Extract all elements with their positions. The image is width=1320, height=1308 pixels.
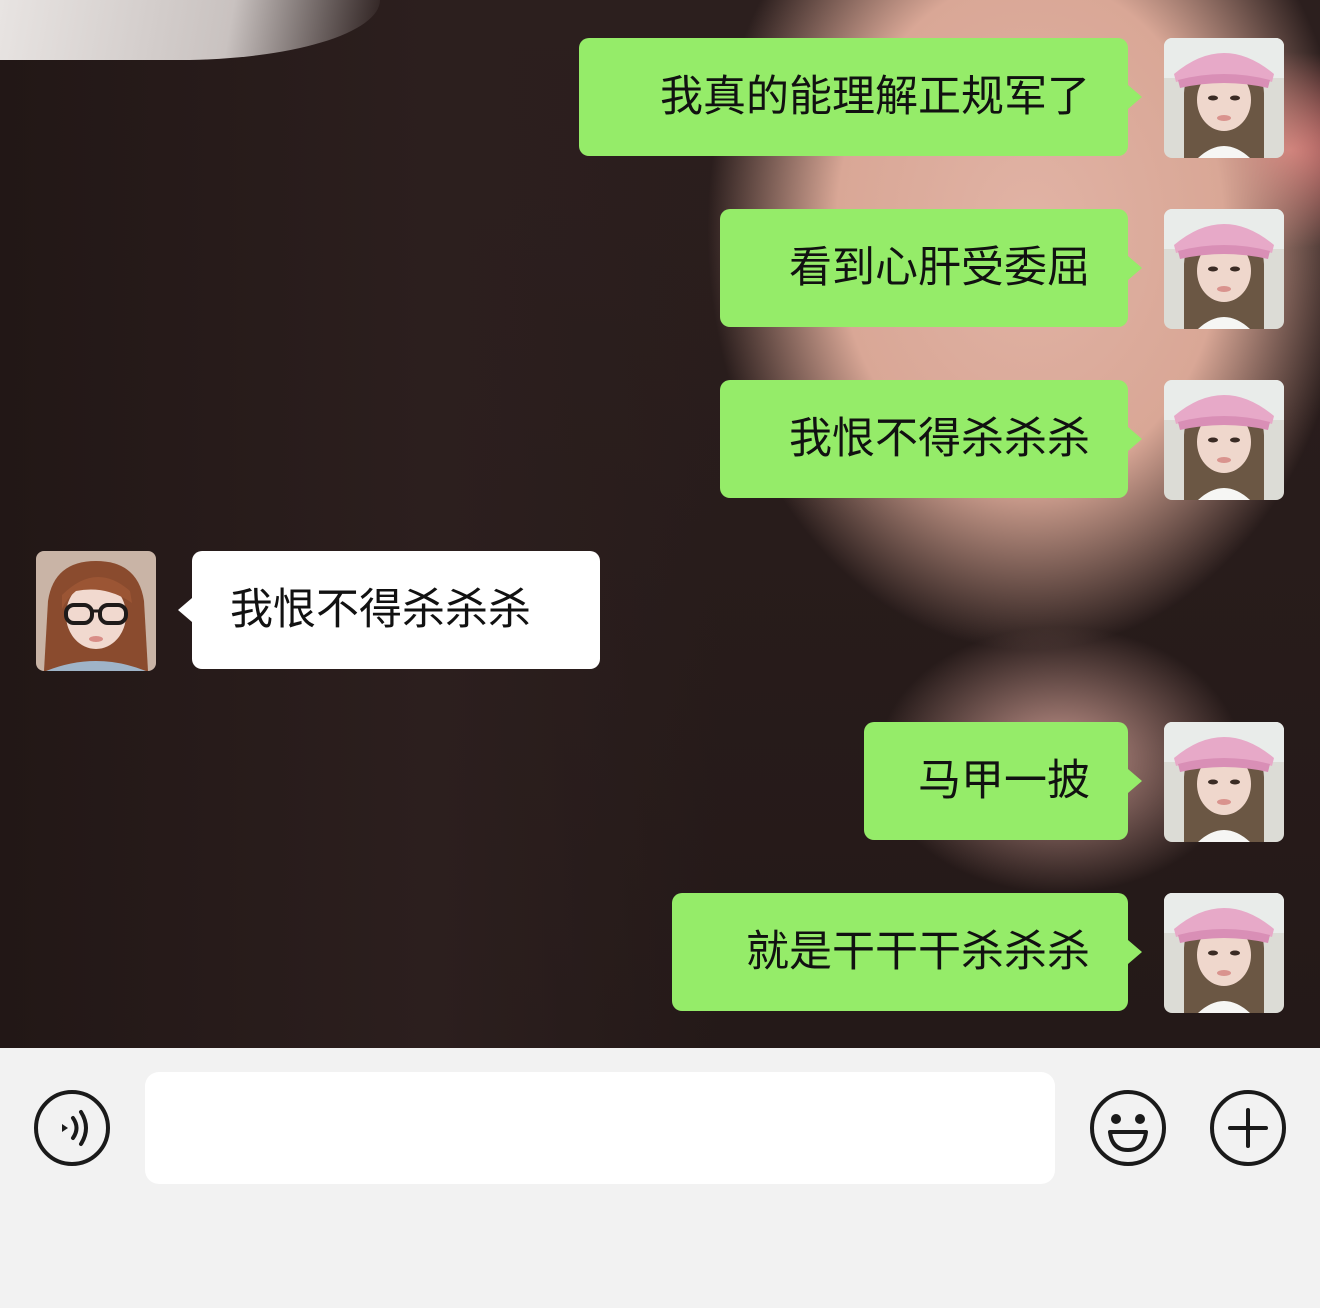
contact-avatar[interactable] bbox=[36, 551, 156, 671]
bubble-tail bbox=[1128, 85, 1142, 109]
self-avatar[interactable] bbox=[1164, 380, 1284, 500]
bubble-tail bbox=[1128, 940, 1142, 964]
self-avatar[interactable] bbox=[1164, 38, 1284, 158]
self-avatar[interactable] bbox=[1164, 893, 1284, 1013]
message-bubble[interactable]: 就是干干干杀杀杀 bbox=[672, 893, 1128, 1011]
message-bubble[interactable]: 看到心肝受委屈 bbox=[720, 209, 1128, 327]
input-bar bbox=[0, 1048, 1320, 1308]
message-bubble[interactable]: 我真的能理解正规军了 bbox=[579, 38, 1128, 156]
message-text: 我恨不得杀杀杀 bbox=[789, 414, 1090, 464]
message-text: 我真的能理解正规军了 bbox=[660, 72, 1090, 122]
bubble-tail bbox=[1128, 427, 1142, 451]
voice-button[interactable] bbox=[32, 1088, 112, 1168]
bubble-tail bbox=[178, 598, 192, 622]
message-bubble[interactable]: 马甲一披 bbox=[864, 722, 1128, 840]
self-avatar[interactable] bbox=[1164, 722, 1284, 842]
plus-icon bbox=[1210, 1090, 1286, 1166]
self-avatar[interactable] bbox=[1164, 209, 1284, 329]
message-text: 我恨不得杀杀杀 bbox=[230, 585, 531, 635]
chat-area[interactable]: 我真的能理解正规军了 看到心肝受委屈 我恨不得杀杀杀 我恨不得杀杀杀 马甲一披 … bbox=[0, 0, 1320, 1048]
more-button[interactable] bbox=[1208, 1088, 1288, 1168]
message-bubble[interactable]: 我恨不得杀杀杀 bbox=[720, 380, 1128, 498]
bubble-tail bbox=[1128, 256, 1142, 280]
bubble-tail bbox=[1128, 769, 1142, 793]
emoji-icon bbox=[1090, 1090, 1166, 1166]
message-text: 看到心肝受委屈 bbox=[789, 243, 1090, 293]
emoji-button[interactable] bbox=[1088, 1088, 1168, 1168]
message-input[interactable] bbox=[145, 1072, 1055, 1184]
wallpaper-shade bbox=[0, 0, 720, 1048]
message-text: 就是干干干杀杀杀 bbox=[746, 927, 1090, 977]
voice-icon bbox=[34, 1090, 110, 1166]
message-text: 马甲一披 bbox=[918, 756, 1090, 806]
message-bubble[interactable]: 我恨不得杀杀杀 bbox=[192, 551, 600, 669]
